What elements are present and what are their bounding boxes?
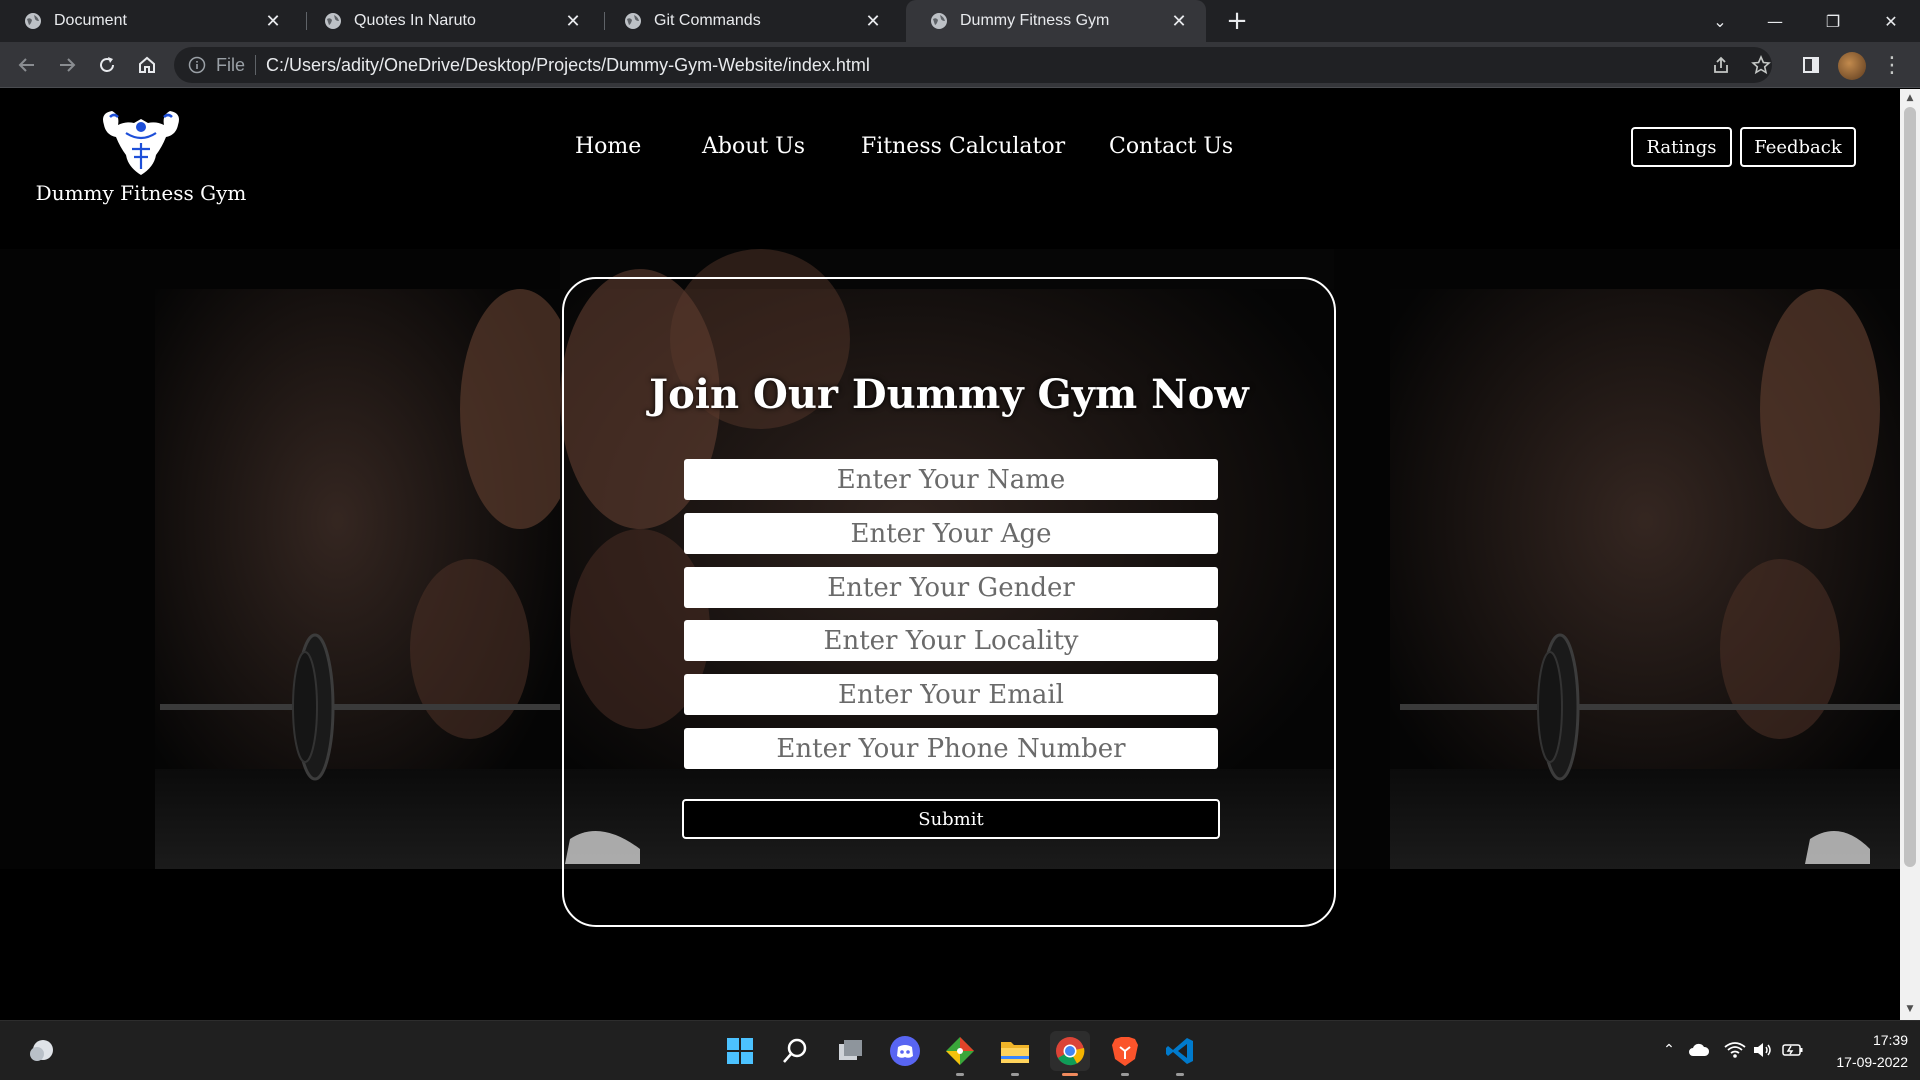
tab-search-chevron-icon[interactable]: ⌄ <box>1695 0 1745 42</box>
home-button[interactable] <box>132 50 162 80</box>
browser-menu-button[interactable]: ⋮ <box>1881 50 1903 80</box>
submit-button[interactable]: Submit <box>682 799 1220 839</box>
forward-button[interactable] <box>52 50 82 80</box>
nav-about-us-link[interactable]: About Us <box>702 134 805 159</box>
gender-input[interactable] <box>684 567 1218 608</box>
restore-button[interactable]: ❐ <box>1808 0 1858 42</box>
nav-contact-us-link[interactable]: Contact Us <box>1109 134 1233 159</box>
scrollbar-thumb[interactable] <box>1904 107 1916 867</box>
side-panel-button[interactable] <box>1796 50 1826 80</box>
star-icon <box>1751 55 1771 75</box>
locality-input[interactable] <box>684 620 1218 661</box>
close-window-button[interactable]: ✕ <box>1866 0 1916 42</box>
tab-git-commands[interactable]: Git Commands ✕ <box>600 0 900 42</box>
scroll-up-arrow-icon[interactable]: ▲ <box>1904 92 1916 104</box>
arrow-right-icon <box>60 58 76 72</box>
running-indicator <box>956 1073 964 1076</box>
tab-title: Quotes In Naruto <box>354 12 476 29</box>
chevron-up-icon[interactable]: ⌃ <box>1658 1039 1680 1061</box>
share-button[interactable] <box>1706 50 1736 80</box>
file-explorer-icon[interactable] <box>995 1031 1035 1071</box>
vscode-icon[interactable] <box>1160 1031 1200 1071</box>
nav-fitness-calculator-link[interactable]: Fitness Calculator <box>861 134 1065 159</box>
name-input[interactable] <box>684 459 1218 500</box>
address-bar[interactable]: File C:/Users/adity/OneDrive/Desktop/Pro… <box>174 47 1772 83</box>
join-form-card: Join Our Dummy Gym Now Submit <box>562 277 1336 927</box>
brand-name[interactable]: Dummy Fitness Gym <box>0 181 282 205</box>
search-icon[interactable] <box>775 1031 815 1071</box>
globe-icon <box>625 13 641 29</box>
running-indicator <box>1011 1073 1019 1076</box>
tab-dummy-fitness-gym[interactable]: Dummy Fitness Gym ✕ <box>906 0 1206 42</box>
tab-document[interactable]: Document ✕ <box>0 0 300 42</box>
share-icon <box>1714 56 1728 73</box>
browser-toolbar: File C:/Users/adity/OneDrive/Desktop/Pro… <box>0 42 1920 88</box>
battery-icon[interactable] <box>1782 1039 1804 1061</box>
tab-title: Document <box>54 12 127 29</box>
wifi-icon[interactable] <box>1724 1039 1746 1061</box>
side-panel-icon <box>1803 57 1819 73</box>
windows-taskbar: ⌃ 17:39 17-09-2022 <box>0 1020 1920 1080</box>
email-input[interactable] <box>684 674 1218 715</box>
minimize-button[interactable]: — <box>1750 0 1800 42</box>
globe-icon <box>25 13 41 29</box>
nav-home-link[interactable]: Home <box>575 134 641 159</box>
arrow-left-icon <box>18 58 34 72</box>
task-view-icon[interactable] <box>830 1031 870 1071</box>
git-gui-icon[interactable] <box>940 1031 980 1071</box>
ratings-button[interactable]: Ratings <box>1631 127 1732 167</box>
system-clock[interactable]: 17:39 17-09-2022 <box>1812 1029 1908 1073</box>
volume-icon[interactable] <box>1752 1039 1774 1061</box>
onedrive-cloud-icon[interactable] <box>1688 1039 1710 1061</box>
close-icon[interactable]: ✕ <box>264 11 282 31</box>
url-text[interactable]: C:/Users/adity/OneDrive/Desktop/Projects… <box>266 55 870 76</box>
weather-widget-icon[interactable] <box>22 1031 62 1071</box>
page-scrollbar[interactable]: ▲ ▼ <box>1900 89 1920 1020</box>
info-icon[interactable] <box>188 56 206 74</box>
windows-start-icon[interactable] <box>720 1031 760 1071</box>
home-icon <box>139 56 155 73</box>
running-indicator <box>1121 1073 1129 1076</box>
brave-icon[interactable] <box>1105 1031 1145 1071</box>
close-icon[interactable]: ✕ <box>864 11 882 31</box>
tab-title: Git Commands <box>654 12 761 29</box>
close-icon[interactable]: ✕ <box>1170 11 1188 31</box>
form-title: Join Our Dummy Gym Now <box>649 371 1249 418</box>
profile-avatar[interactable] <box>1838 52 1866 80</box>
feedback-button[interactable]: Feedback <box>1740 127 1856 167</box>
new-tab-button[interactable]: + <box>1222 6 1252 36</box>
reload-button[interactable] <box>92 50 122 80</box>
clock-date: 17-09-2022 <box>1836 1054 1908 1070</box>
page-viewport: Dummy Fitness Gym Home About Us Fitness … <box>0 89 1900 1020</box>
tab-strip: Document ✕ Quotes In Naruto ✕ Git Comman… <box>0 0 1920 42</box>
globe-icon <box>325 13 341 29</box>
muscle-logo-icon <box>103 111 179 175</box>
scroll-down-arrow-icon[interactable]: ▼ <box>1904 1003 1916 1015</box>
clock-time: 17:39 <box>1872 1032 1908 1048</box>
active-app-indicator <box>1062 1073 1078 1076</box>
discord-icon[interactable] <box>885 1031 925 1071</box>
tab-quotes-in-naruto[interactable]: Quotes In Naruto ✕ <box>300 0 600 42</box>
tab-title: Dummy Fitness Gym <box>960 12 1110 29</box>
running-indicator <box>1176 1073 1184 1076</box>
phone-input[interactable] <box>684 728 1218 769</box>
divider <box>255 55 257 75</box>
close-icon[interactable]: ✕ <box>564 11 582 31</box>
age-input[interactable] <box>684 513 1218 554</box>
scheme-label: File <box>216 54 246 75</box>
globe-icon <box>931 13 947 29</box>
back-button[interactable] <box>12 50 42 80</box>
chrome-icon[interactable] <box>1050 1031 1090 1071</box>
bookmark-button[interactable] <box>1746 50 1776 80</box>
reload-icon <box>100 57 114 72</box>
